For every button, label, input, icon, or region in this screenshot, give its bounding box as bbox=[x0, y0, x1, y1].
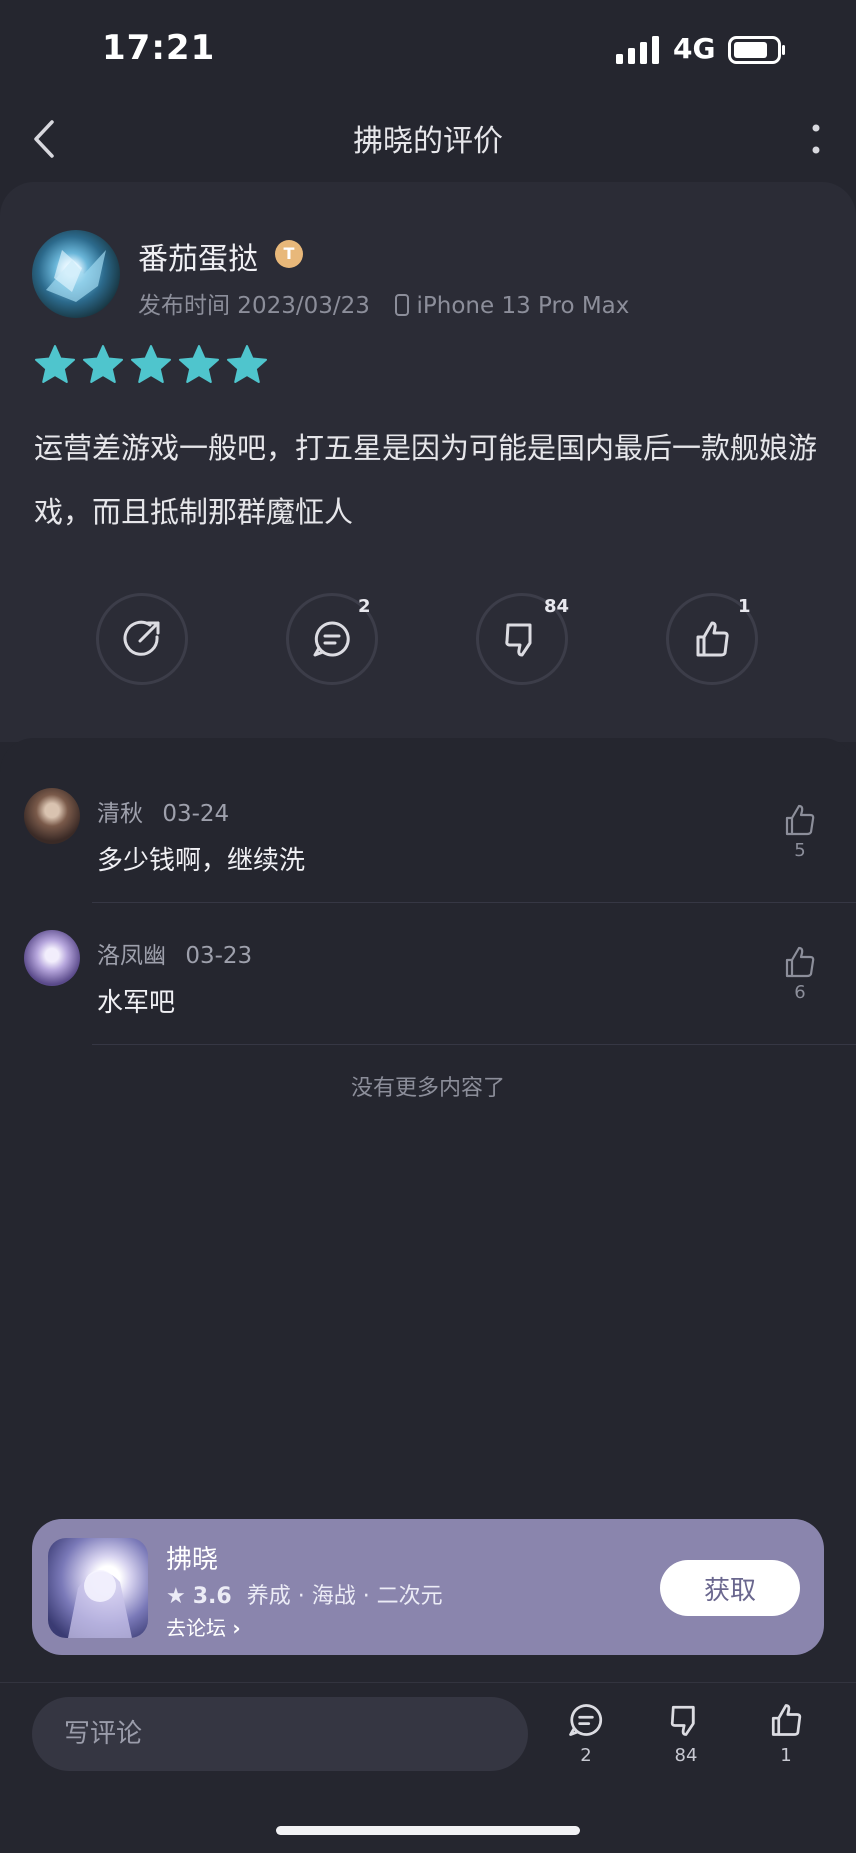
publish-time: 发布时间 2023/03/23 bbox=[138, 293, 370, 319]
star-icon bbox=[35, 345, 75, 383]
app-meta: ★ 3.6 养成 · 海战 · 二次元 bbox=[166, 1578, 443, 1610]
no-more-content: 没有更多内容了 bbox=[350, 1076, 505, 1101]
user-badge: T bbox=[275, 240, 303, 268]
share-icon bbox=[123, 620, 160, 656]
reviewer-avatar[interactable] bbox=[32, 230, 120, 318]
device-name: iPhone 13 Pro Max bbox=[416, 293, 630, 319]
comment-text: 水军吧 bbox=[97, 988, 176, 1018]
reviewer-name[interactable]: 番茄蛋挞 bbox=[138, 234, 258, 278]
bottom-comment-count: 2 bbox=[580, 1745, 592, 1766]
network-label: 4G bbox=[673, 32, 716, 65]
star-icon bbox=[83, 345, 123, 383]
dislike-count: 84 bbox=[544, 596, 570, 617]
forum-link[interactable]: 去论坛 › bbox=[166, 1612, 241, 1641]
comment-icon[interactable] bbox=[566, 1700, 606, 1740]
star-icon bbox=[131, 345, 171, 383]
comment-divider bbox=[92, 1044, 856, 1045]
bottom-like-count: 1 bbox=[780, 1745, 792, 1766]
share-button[interactable] bbox=[96, 593, 188, 685]
thumbs-up-icon bbox=[696, 621, 729, 657]
comment-count: 2 bbox=[358, 596, 371, 617]
app-tags: 养成 · 海战 · 二次元 bbox=[246, 1584, 443, 1609]
status-time: 17:21 bbox=[102, 28, 216, 68]
battery-icon bbox=[728, 36, 785, 64]
comment-avatar[interactable] bbox=[24, 930, 80, 986]
comment-meta: 洛凤幽 03-23 bbox=[97, 936, 252, 970]
comment-meta: 清秋 03-24 bbox=[97, 794, 229, 828]
thumbs-up-icon[interactable] bbox=[766, 1700, 806, 1740]
rating-star-icon: ★ bbox=[166, 1584, 186, 1609]
comment-like-count: 6 bbox=[794, 982, 806, 1003]
forum-link-label: 去论坛 bbox=[166, 1616, 226, 1640]
comment-divider bbox=[92, 902, 856, 903]
star-icon bbox=[179, 345, 219, 383]
get-app-button[interactable]: 获取 bbox=[660, 1560, 800, 1616]
chevron-right-icon: › bbox=[232, 1616, 241, 1640]
comment-like-icon[interactable] bbox=[782, 802, 818, 838]
bottom-dislike-count: 84 bbox=[674, 1745, 698, 1766]
comment-date: 03-24 bbox=[162, 801, 230, 827]
star-icon bbox=[227, 345, 267, 383]
device-info: iPhone 13 Pro Max bbox=[395, 293, 629, 319]
app-icon[interactable] bbox=[48, 1538, 148, 1638]
comment-text: 多少钱啊，继续洗 bbox=[97, 846, 306, 876]
review-meta: 发布时间 2023/03/23 iPhone 13 Pro Max bbox=[138, 286, 629, 320]
comment-icon bbox=[313, 621, 350, 657]
app-rating: 3.6 bbox=[192, 1584, 232, 1609]
app-name: 拂晓 bbox=[166, 1545, 219, 1575]
comment-user[interactable]: 清秋 bbox=[97, 801, 143, 827]
comment-user[interactable]: 洛凤幽 bbox=[97, 943, 166, 969]
comment-like-count: 5 bbox=[794, 840, 806, 861]
like-count: 1 bbox=[738, 596, 751, 617]
review-text: 运营差游戏一般吧，打五星是因为可能是国内最后一款舰娘游戏，而且抵制那群魔怔人 bbox=[34, 431, 818, 529]
comment-date: 03-23 bbox=[185, 943, 253, 969]
comment-like-icon[interactable] bbox=[782, 944, 818, 980]
signal-icon bbox=[616, 36, 659, 64]
page-title: 拂晓的评价 bbox=[353, 124, 503, 159]
phone-icon bbox=[395, 294, 410, 316]
write-comment-input[interactable] bbox=[32, 1697, 528, 1771]
comment-avatar[interactable] bbox=[24, 788, 80, 844]
home-indicator[interactable] bbox=[276, 1826, 580, 1835]
rating-stars bbox=[34, 344, 268, 386]
thumbs-down-icon[interactable] bbox=[666, 1700, 706, 1740]
more-options-icon[interactable] bbox=[808, 120, 824, 160]
thumbs-down-icon bbox=[505, 623, 532, 657]
